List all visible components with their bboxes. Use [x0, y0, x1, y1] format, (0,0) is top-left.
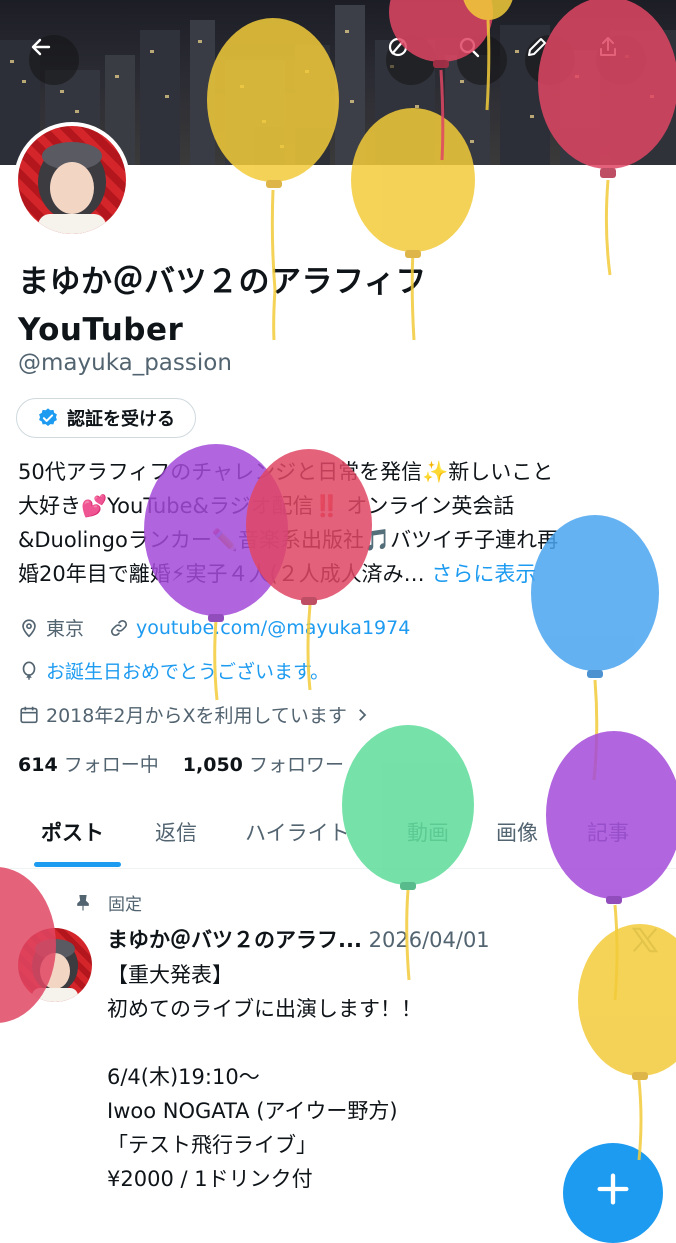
post-avatar[interactable]	[18, 928, 92, 1002]
profile-name-line2: YouTuber	[18, 312, 184, 348]
balloon-icon	[22, 660, 36, 680]
bio-line: 大好き💕YouTube&ラジオ配信‼️ オンライン英会話	[18, 494, 515, 518]
tab-images[interactable]: 画像	[496, 817, 538, 847]
birthday-message: お誕生日おめでとうございます。	[46, 661, 330, 683]
profile-meta-location-url: 東京 youtube.com/@mayuka1974	[18, 614, 410, 641]
get-verified-label: 認証を受ける	[67, 409, 175, 430]
tab-replies[interactable]: 返信	[155, 817, 197, 847]
location-pin-icon	[22, 618, 36, 637]
chevron-right-icon	[359, 708, 367, 721]
avatar-portrait	[38, 142, 106, 234]
profile-bio: 50代アラフィフのチャレンジと日常を発信✨新しいこと 大好き💕YouTube&ラ…	[18, 455, 658, 591]
profile-meta-birthday: お誕生日おめでとうございます。	[18, 657, 329, 684]
tab-articles[interactable]: 記事	[587, 817, 629, 847]
profile-name-line1: まゆか＠バツ２のアラフィフ	[18, 264, 427, 300]
tab-highlights[interactable]: ハイライト	[245, 817, 350, 847]
profile-location: 東京	[46, 618, 85, 640]
circle-slash-icon	[388, 37, 408, 57]
post-date[interactable]: 2026/04/01	[369, 928, 490, 952]
post-author[interactable]: まゆか＠バツ２のアラフ...	[107, 928, 362, 952]
followers-link[interactable]: 1,050 フォロワー	[183, 754, 344, 776]
share-icon	[600, 37, 616, 56]
search-button[interactable]	[457, 35, 507, 85]
joined-date: 2018年2月からXを利用しています	[46, 705, 347, 727]
back-button[interactable]	[29, 35, 79, 85]
mute-button[interactable]	[386, 35, 436, 85]
profile-handle: @mayuka_passion	[18, 350, 232, 376]
profile-avatar[interactable]	[14, 122, 130, 238]
active-tab-indicator	[34, 862, 121, 867]
arrow-left-icon	[31, 38, 51, 56]
avatar-portrait	[32, 939, 78, 1002]
profile-name: まゆか＠バツ２のアラフィフ YouTuber	[18, 258, 618, 354]
bio-line: 婚20年目で離婚⚡実子４人(２人成人済み…	[18, 562, 425, 586]
bio-line: 50代アラフィフのチャレンジと日常を発信✨新しいこと	[18, 460, 554, 484]
search-icon	[459, 37, 480, 58]
profile-meta-joined[interactable]: 2018年2月からXを利用しています	[18, 701, 371, 728]
calendar-icon	[20, 706, 38, 723]
link-icon	[110, 619, 128, 636]
tab-posts[interactable]: ポスト	[41, 817, 104, 847]
verified-badge-icon	[39, 408, 57, 426]
compose-post-button[interactable]	[563, 1143, 663, 1243]
tab-videos[interactable]: 動画	[407, 817, 449, 847]
edit-icon	[528, 38, 546, 56]
pinned-label: 固定	[108, 895, 142, 915]
plus-icon	[597, 1173, 629, 1205]
following-label: フォロー中	[63, 754, 159, 776]
bio-line: &Duolingoランカー✏️音楽系出版社🎵バツイチ子連れ再	[18, 528, 559, 552]
followers-label: フォロワー	[248, 754, 344, 776]
share-button[interactable]	[596, 35, 646, 85]
following-link[interactable]: 614 フォロー中	[18, 754, 159, 776]
profile-website-link[interactable]: youtube.com/@mayuka1974	[136, 617, 410, 639]
follow-stats: 614 フォロー中 1,050 フォロワー	[18, 750, 344, 777]
show-more-link[interactable]: さらに表示	[431, 562, 536, 586]
followers-count: 1,050	[182, 754, 243, 776]
following-count: 614	[18, 754, 58, 776]
edit-button[interactable]	[525, 35, 575, 85]
pinned-indicator: 固定	[74, 890, 142, 915]
profile-tabs: ポスト 返信 ハイライト 動画 画像 記事	[0, 800, 676, 869]
post-header: まゆか＠バツ２のアラフ... 2026/04/01	[107, 924, 490, 954]
x-logo-icon	[631, 927, 659, 953]
post-text: 【重大発表】 初めてのライブに出演します！！ 6/4(木)19:10〜 Iwoo…	[107, 963, 422, 1191]
get-verified-button[interactable]: 認証を受ける	[16, 398, 196, 438]
pin-icon	[77, 894, 89, 910]
